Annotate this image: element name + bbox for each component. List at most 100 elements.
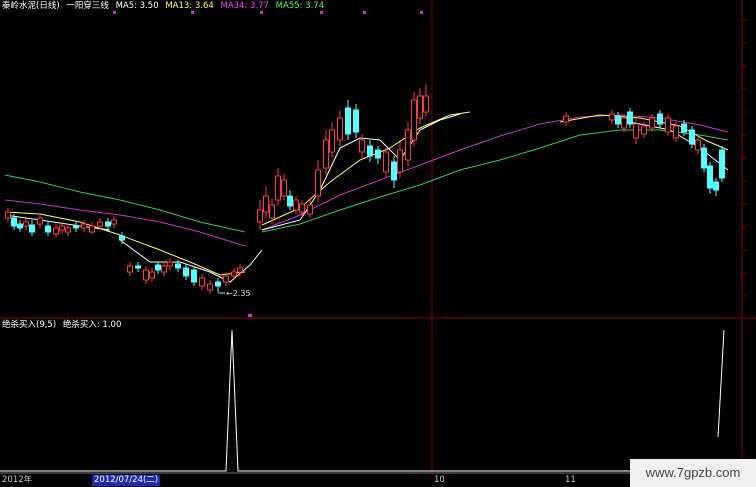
candle-body <box>707 165 713 189</box>
candle-body <box>323 139 329 169</box>
axis-month-11: 11 <box>565 475 576 485</box>
watermark: www.7gpzb.com <box>630 459 756 487</box>
axis-selected-date[interactable]: 2012/07/24(二) <box>92 475 161 486</box>
chart-canvas[interactable]: ←2.35 <box>0 0 756 487</box>
candle-body <box>315 169 321 197</box>
candle-body <box>5 211 11 219</box>
stock-title: 秦岭水泥(日线) <box>2 1 60 11</box>
candle-body <box>29 224 35 233</box>
candle-body <box>719 149 725 179</box>
candle-body <box>175 263 181 269</box>
axis-month-10: 10 <box>434 475 445 485</box>
candle-body <box>359 139 365 153</box>
candle-body <box>199 277 205 287</box>
signal-marker <box>260 11 263 14</box>
candle-body <box>263 195 269 213</box>
candle-body <box>701 147 707 169</box>
candle-body <box>231 271 237 277</box>
candle-body <box>269 204 275 219</box>
candle-body <box>161 265 167 273</box>
candle-body <box>689 129 695 145</box>
candle-body <box>97 221 103 227</box>
candle-body <box>11 217 17 227</box>
candle-body <box>681 123 687 133</box>
candle-body <box>65 227 71 233</box>
candle-body <box>89 225 95 233</box>
candle-body <box>367 145 373 157</box>
candle-body <box>713 181 719 191</box>
candle-body <box>191 269 197 283</box>
candle-body <box>649 117 655 129</box>
candle-body <box>127 265 133 273</box>
candle-body <box>665 117 671 133</box>
candle-body <box>167 261 173 267</box>
indicator-panel-header: 绝杀买入(9,5) 绝杀买入: 1.00 <box>2 320 125 330</box>
candle-body <box>223 275 229 283</box>
signal-marker <box>191 11 194 14</box>
candle-body <box>275 175 281 201</box>
candle-body <box>299 203 305 213</box>
axis-year-label: 2012年 <box>2 475 33 485</box>
candle-body <box>391 161 397 181</box>
ma55-value: MA55: 3.74 <box>275 1 325 11</box>
signal-marker <box>320 11 323 14</box>
candle-body <box>207 283 213 291</box>
candlestick-series <box>5 84 725 294</box>
ma5-line <box>4 113 729 283</box>
candle-body <box>257 209 263 223</box>
indicator-name: 绝杀买入(9,5) <box>2 320 57 330</box>
candle-body <box>615 115 621 125</box>
candle-body <box>17 223 23 229</box>
signal-marker <box>363 11 366 14</box>
candle-body <box>627 111 633 125</box>
price-panel-header: 秦岭水泥(日线) 一阳穿三线 MA5: 3.50 MA13: 3.64 MA34… <box>2 1 328 11</box>
candle-body <box>633 123 639 139</box>
candle-body <box>641 125 647 135</box>
candle-body <box>81 223 87 229</box>
candle-body <box>375 149 381 159</box>
candle-body <box>45 225 51 233</box>
ma5-value: MA5: 3.50 <box>115 1 159 11</box>
candle-body <box>281 179 287 197</box>
ma34-line <box>4 114 729 247</box>
candle-body <box>53 227 59 235</box>
signal-marker <box>420 11 423 14</box>
signal-line <box>0 329 718 472</box>
candle-body <box>397 149 403 173</box>
ma34-value: MA34: 3.77 <box>220 1 269 11</box>
candle-body <box>59 225 65 231</box>
candle-body <box>105 221 111 227</box>
candle-body <box>73 225 79 229</box>
candle-body <box>23 221 29 227</box>
candle-body <box>111 219 117 225</box>
candle-body <box>423 95 429 113</box>
candle-body <box>287 195 293 207</box>
candle-body <box>563 115 569 123</box>
low-price-label: ←2.35 <box>226 289 251 298</box>
moving-average-lines <box>4 111 729 283</box>
candle-body <box>183 267 189 277</box>
ma13-line <box>4 111 729 276</box>
candle-body <box>657 113 663 125</box>
candle-body <box>345 107 351 135</box>
candle-body <box>337 117 343 141</box>
candle-body <box>621 117 627 129</box>
candle-body <box>155 264 161 271</box>
candle-body <box>609 113 615 121</box>
candle-body <box>135 265 141 269</box>
signal-marker <box>113 11 116 14</box>
candle-body <box>329 129 335 153</box>
candle-body <box>417 95 423 119</box>
candle-body <box>293 199 299 211</box>
candle-body <box>307 204 313 215</box>
signal-marker <box>248 314 252 317</box>
top-markers <box>113 11 423 317</box>
candle-body <box>695 139 701 151</box>
signal-spike-right <box>717 329 725 438</box>
candle-body <box>405 129 411 161</box>
candle-body <box>411 99 417 141</box>
candle-body <box>673 125 679 139</box>
candle-body <box>149 271 155 279</box>
indicator-value: 绝杀买入: 1.00 <box>62 320 122 330</box>
indicator-title: 一阳穿三线 <box>66 1 109 11</box>
